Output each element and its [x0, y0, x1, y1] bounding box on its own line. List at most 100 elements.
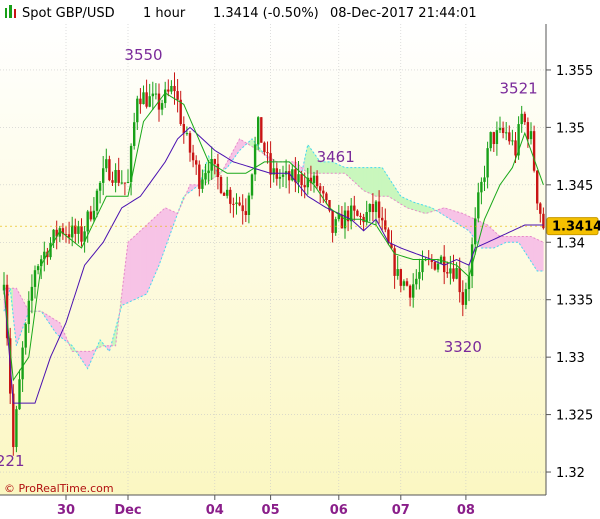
- x-tick-label: 07: [392, 503, 410, 518]
- candle-body: [359, 215, 362, 217]
- candle-body: [173, 85, 176, 92]
- candle-body: [412, 284, 415, 298]
- cloud-segment: [158, 210, 163, 266]
- y-tick-label: 1.335: [556, 294, 593, 309]
- candle-body: [489, 132, 492, 149]
- candle-body: [526, 122, 530, 140]
- candle-body: [151, 93, 154, 97]
- candle-body: [235, 202, 238, 204]
- candle-body: [421, 260, 424, 273]
- cloud-segment: [533, 237, 538, 272]
- candle-body: [315, 175, 319, 187]
- cloud-segment: [357, 167, 361, 189]
- candle-body: [458, 268, 461, 293]
- cloud-segment: [369, 167, 374, 196]
- candle-body: [498, 127, 502, 131]
- candle-body: [253, 144, 257, 175]
- annotation-label: 3461: [317, 148, 355, 166]
- candle-body: [402, 281, 406, 286]
- candle-body: [536, 170, 539, 204]
- candle-body: [508, 132, 511, 142]
- cloud-segment: [487, 224, 491, 249]
- candle-body: [455, 268, 458, 279]
- cloud-segment: [155, 212, 160, 273]
- cloud-segment: [143, 224, 147, 296]
- candle-body: [384, 220, 387, 230]
- candle-body: [368, 204, 371, 213]
- candle-body: [24, 324, 27, 348]
- candle-body: [176, 91, 179, 100]
- candle-body: [278, 176, 282, 179]
- candle-body: [542, 213, 545, 229]
- candle-body: [105, 159, 108, 169]
- cloud-segment: [536, 239, 541, 272]
- candle-body: [263, 142, 266, 153]
- candle-body: [195, 160, 198, 165]
- candle-body: [15, 409, 18, 448]
- candle-body: [467, 276, 471, 290]
- candle-body: [266, 152, 269, 154]
- candle-body: [480, 181, 483, 193]
- candle-body: [139, 98, 142, 105]
- candle-body: [74, 225, 77, 234]
- candle-body: [247, 195, 251, 215]
- candle-body: [505, 132, 508, 134]
- candle-body: [501, 127, 505, 133]
- candle-body: [244, 211, 247, 215]
- candle-body: [222, 192, 226, 196]
- instrument-label: Spot GBP/USD: [22, 6, 115, 21]
- candle-body: [408, 285, 412, 298]
- candle-body: [111, 180, 114, 183]
- x-tick-label: 06: [330, 503, 348, 518]
- watermark: © ProRealTime.com: [4, 482, 114, 495]
- y-tick-label: 1.32: [556, 466, 585, 481]
- cloud-segment: [540, 240, 544, 272]
- cloud-segment: [56, 320, 61, 337]
- x-tick-label: 04: [206, 503, 224, 518]
- candle-body: [241, 205, 244, 212]
- candle-body: [21, 347, 24, 380]
- candle-body: [449, 268, 452, 274]
- candle-body: [232, 203, 235, 205]
- y-tick-label: 1.33: [556, 351, 585, 366]
- ichimoku-chart: Spot GBP/USD 1 hour 1.3414 (-0.50%) 08-D…: [0, 0, 600, 519]
- candle-body: [238, 202, 241, 206]
- candle-body: [204, 173, 207, 180]
- y-axis-panel: [546, 24, 600, 495]
- candle-body: [148, 96, 151, 107]
- candle-body: [483, 177, 486, 182]
- candle-body: [520, 113, 523, 125]
- candle-body: [415, 278, 418, 285]
- annotation-label: 221: [0, 452, 25, 470]
- candle-body: [213, 159, 216, 164]
- candle-body: [325, 193, 328, 201]
- candle-body: [474, 218, 477, 245]
- candle-body: [77, 226, 80, 234]
- candle-body: [511, 140, 514, 142]
- cloud-segment: [140, 227, 144, 298]
- quote-label: 1.3414 (-0.50%): [213, 6, 319, 21]
- candle-body: [257, 117, 260, 145]
- cloud-segment: [443, 207, 448, 218]
- candle-body: [297, 174, 300, 183]
- candle-body: [281, 174, 285, 177]
- candle-body: [371, 204, 375, 213]
- cloud-segment: [360, 167, 364, 192]
- cloud-segment: [127, 238, 132, 303]
- cloud-segment: [406, 198, 411, 210]
- candle-body: [126, 181, 130, 183]
- x-tick-label: 08: [457, 503, 475, 518]
- y-tick-label: 1.325: [556, 409, 593, 424]
- candle-body: [356, 210, 359, 216]
- candle-body: [381, 217, 384, 221]
- candle-body: [300, 174, 303, 186]
- candle-body: [229, 189, 232, 204]
- cloud-segment: [499, 236, 504, 246]
- candle-body: [446, 272, 449, 274]
- plot-background: [0, 24, 546, 495]
- cloud-segment: [515, 236, 519, 243]
- y-tick-label: 1.34: [556, 236, 585, 251]
- annotation-label: 3320: [444, 338, 482, 356]
- candle-body: [303, 185, 306, 188]
- candle-body: [33, 270, 37, 287]
